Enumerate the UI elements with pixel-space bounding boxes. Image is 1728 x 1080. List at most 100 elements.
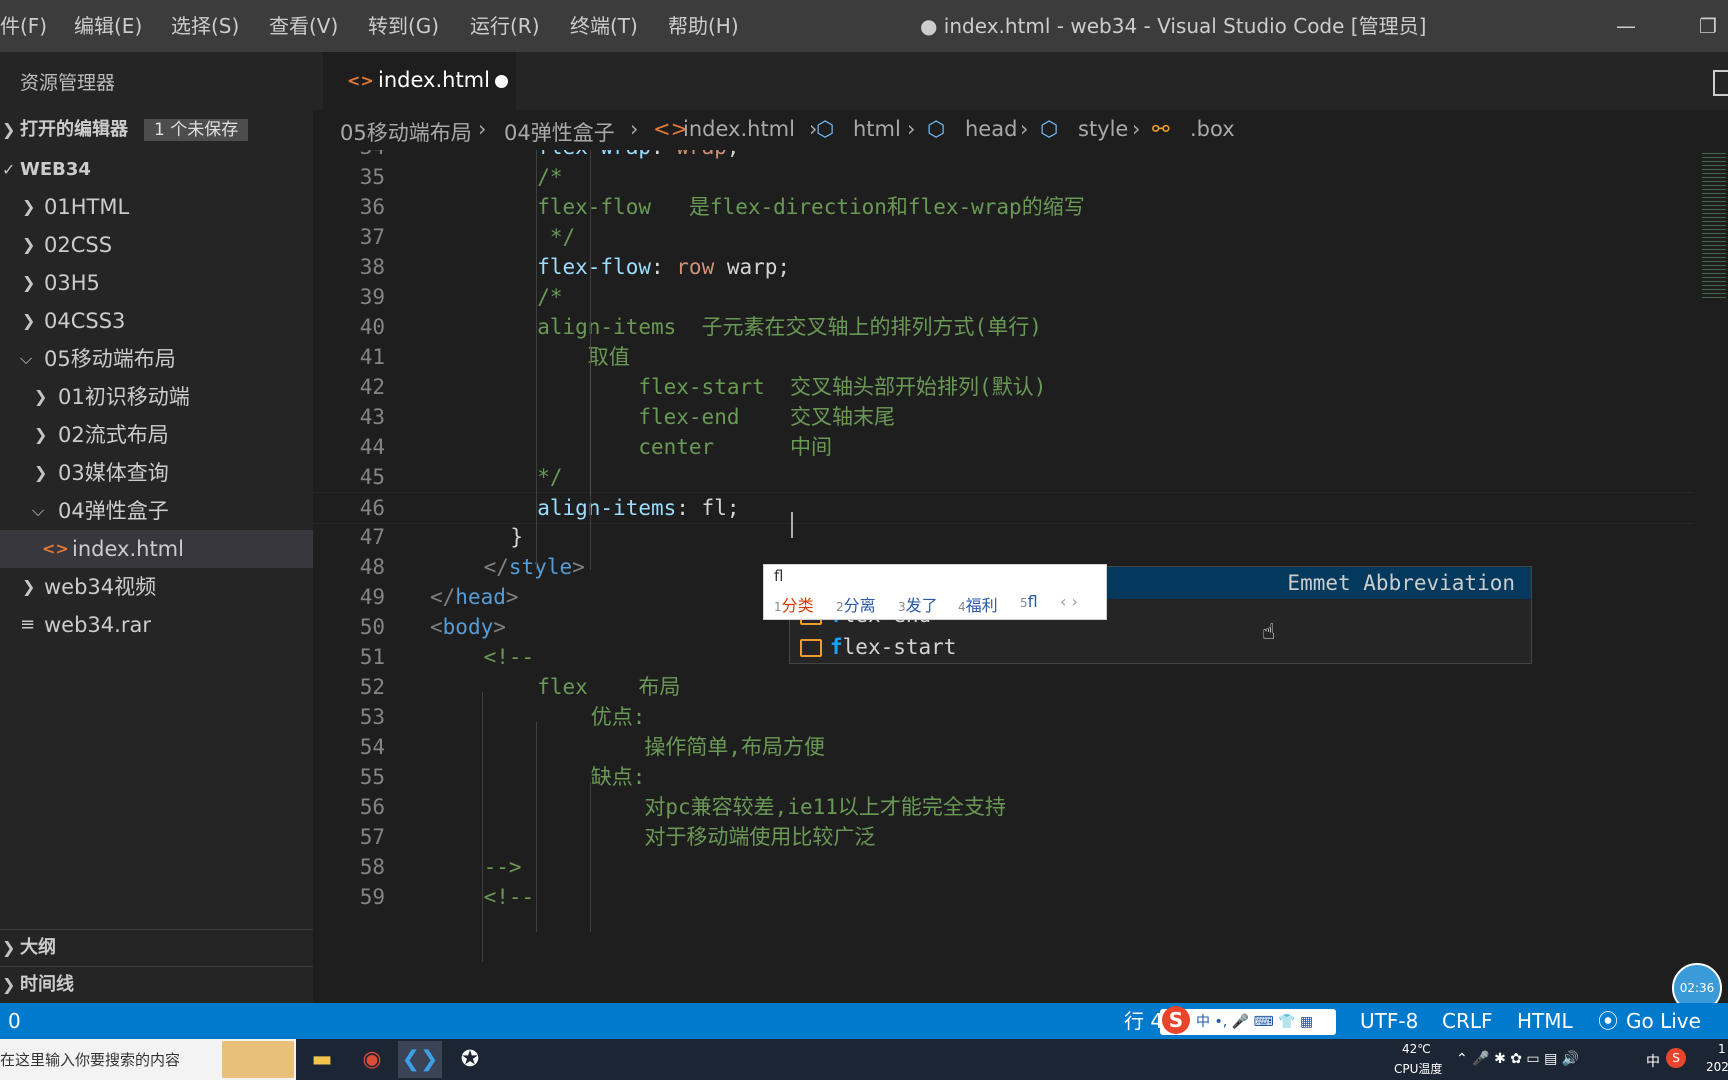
code-line[interactable]: 41 取值	[313, 342, 1693, 372]
code-line[interactable]: 52 flex 布局	[313, 672, 1693, 702]
code-text: flex 布局	[537, 675, 681, 699]
ime-candidate[interactable]: 1分类	[774, 592, 814, 616]
menu-run[interactable]: 运行(R)	[470, 0, 540, 52]
tree-folder-03media[interactable]: ❯ 03媒体查询	[0, 454, 313, 492]
problems-count[interactable]: 0	[8, 1003, 21, 1039]
code-line[interactable]: 34 flex-wrap: wrap;	[313, 150, 1693, 162]
code-text: </style>	[483, 555, 585, 579]
code-line[interactable]: 35 /*	[313, 162, 1693, 192]
chevron-right-icon: ❯	[34, 463, 48, 482]
cursor-position[interactable]: 行 4	[1124, 1003, 1163, 1039]
menu-edit[interactable]: 编辑(E)	[74, 0, 142, 52]
crumb-head[interactable]: head	[965, 117, 1017, 141]
crumb-style[interactable]: style	[1078, 117, 1128, 141]
code-line[interactable]: 39 /*	[313, 282, 1693, 312]
tree-file-index-html[interactable]: <> index.html	[0, 530, 313, 568]
line-number: 49	[359, 585, 385, 609]
crumb-file[interactable]: index.html	[683, 117, 795, 141]
file-explorer-icon[interactable]: ▬	[300, 1041, 344, 1078]
menu-terminal[interactable]: 终端(T)	[570, 0, 638, 52]
code-line[interactable]: 45 */	[313, 462, 1693, 492]
menu-go[interactable]: 转到(G)	[368, 0, 439, 52]
minimize-button[interactable]: —	[1598, 0, 1654, 52]
tab-label: index.html	[378, 68, 490, 92]
menu-selection[interactable]: 选择(S)	[171, 0, 239, 52]
ime-candidate-window[interactable]: fl 1分类 2分离 3发了 4福利 5fl ‹ ›	[763, 564, 1107, 620]
language-mode[interactable]: HTML	[1517, 1003, 1573, 1039]
ime-indicator[interactable]: 中	[1646, 1051, 1660, 1071]
clock-date[interactable]: 202	[1706, 1060, 1728, 1074]
go-live-button[interactable]: Go Live	[1626, 1003, 1701, 1039]
app-star-icon[interactable]: ✪	[448, 1041, 492, 1078]
tree-folder-02fluid[interactable]: ❯ 02流式布局	[0, 416, 313, 454]
crumb-folder[interactable]: 05移动端布局	[340, 117, 472, 147]
restore-button[interactable]: ❐	[1680, 0, 1728, 52]
line-number: 45	[359, 465, 385, 489]
timeline-section[interactable]: ❯ 时间线	[0, 966, 313, 1003]
tree-folder-01intro[interactable]: ❯ 01初识移动端	[0, 378, 313, 416]
code-text: <!--	[483, 885, 535, 909]
tab-index-html[interactable]: <> index.html	[323, 52, 516, 111]
ime-composition: fl	[774, 567, 784, 585]
ime-candidate[interactable]: 4福利	[958, 592, 998, 616]
code-line[interactable]: 38 flex-flow: row warp;	[313, 252, 1693, 282]
code-line[interactable]: 58 -->	[313, 852, 1693, 882]
code-line[interactable]: 46 align-items: fl;	[313, 492, 1693, 524]
tree-folder-03h5[interactable]: ❯ 03H5	[0, 264, 313, 302]
minimap[interactable]	[1700, 150, 1728, 300]
ime-candidate[interactable]: 5fl	[1020, 592, 1038, 611]
encoding[interactable]: UTF-8	[1360, 1003, 1418, 1039]
menu-view[interactable]: 查看(V)	[269, 0, 338, 52]
menu-help[interactable]: 帮助(H)	[668, 0, 739, 52]
sogou-ime-icon[interactable]: S	[1162, 1006, 1190, 1034]
breadcrumb: 05移动端布局 › 04弹性盒子 › <> index.html › ⬡ htm…	[313, 110, 1728, 150]
crumb-folder[interactable]: 04弹性盒子	[504, 117, 615, 147]
crumb-selector[interactable]: .box	[1190, 117, 1235, 141]
tray-icons[interactable]: ⌃ 🎤 ✱ ✿ ▭ ▤ 🔊	[1456, 1051, 1579, 1067]
code-line[interactable]: 36 flex-flow 是flex-direction和flex-wrap的缩写	[313, 192, 1693, 222]
tree-folder-02css[interactable]: ❯ 02CSS	[0, 226, 313, 264]
tree-folder-04css3[interactable]: ❯ 04CSS3	[0, 302, 313, 340]
chevron-down-icon: ⌵	[20, 349, 33, 368]
outline-section[interactable]: ❯ 大纲	[0, 929, 313, 966]
tree-folder-05mobile[interactable]: ⌵ 05移动端布局	[0, 340, 313, 378]
code-line[interactable]: 40 align-items 子元素在交叉轴上的排列方式(单行)	[313, 312, 1693, 342]
code-line[interactable]: 54 操作简单,布局方便	[313, 732, 1693, 762]
chrome-icon[interactable]: ◉	[350, 1041, 394, 1078]
suggest-item[interactable]: flex-start	[790, 631, 1531, 663]
unsaved-dot-icon[interactable]	[495, 75, 508, 88]
code-line[interactable]: 55 缺点:	[313, 762, 1693, 792]
tree-folder-01html[interactable]: ❯ 01HTML	[0, 188, 313, 226]
clock-time[interactable]: 1	[1718, 1042, 1726, 1056]
crumb-html[interactable]: html	[853, 117, 901, 141]
code-line[interactable]: 43 flex-end 交叉轴末尾	[313, 402, 1693, 432]
code-line[interactable]: 57 对于移动端使用比较广泛	[313, 822, 1693, 852]
menu-file[interactable]: 件(F)	[0, 0, 47, 52]
ime-candidate[interactable]: 3发了	[898, 592, 938, 616]
sogou-tray-icon[interactable]: S	[1666, 1048, 1686, 1068]
tree-label: 04CSS3	[44, 309, 126, 333]
chevron-right-icon: ›	[478, 117, 487, 141]
suggest-match: f	[830, 635, 843, 659]
code-line[interactable]: 42 flex-start 交叉轴头部开始排列(默认)	[313, 372, 1693, 402]
tree-file-rar[interactable]: ≡ web34.rar	[0, 606, 313, 644]
line-ending[interactable]: CRLF	[1442, 1003, 1493, 1039]
tree-label: 02CSS	[44, 233, 113, 257]
code-line[interactable]: 53 优点:	[313, 702, 1693, 732]
vscode-icon[interactable]: ❮❯	[398, 1041, 442, 1078]
open-editors-header[interactable]: ❯ 打开的编辑器 1 个未保存	[0, 111, 313, 149]
open-editors-label: 打开的编辑器	[20, 119, 128, 140]
candidate-num: 5	[1020, 596, 1028, 610]
tree-folder-04flex[interactable]: ⌵ 04弹性盒子	[0, 492, 313, 530]
code-line[interactable]: 47}	[313, 522, 1693, 552]
workspace-header[interactable]: ✓ WEB34	[0, 151, 313, 189]
code-line[interactable]: 56 对pc兼容较差,ie11以上才能完全支持	[313, 792, 1693, 822]
split-editor-icon[interactable]	[1713, 70, 1728, 96]
code-line[interactable]: 37 */	[313, 222, 1693, 252]
taskbar-search[interactable]: 在这里输入你要搜索的内容	[0, 1039, 296, 1080]
code-line[interactable]: 44 center 中间	[313, 432, 1693, 462]
code-line[interactable]: 59 <!--	[313, 882, 1693, 912]
ime-candidate[interactable]: 2分离	[836, 592, 876, 616]
ime-pager[interactable]: ‹ ›	[1060, 592, 1078, 611]
tree-folder-video[interactable]: ❯ web34视频	[0, 568, 313, 606]
